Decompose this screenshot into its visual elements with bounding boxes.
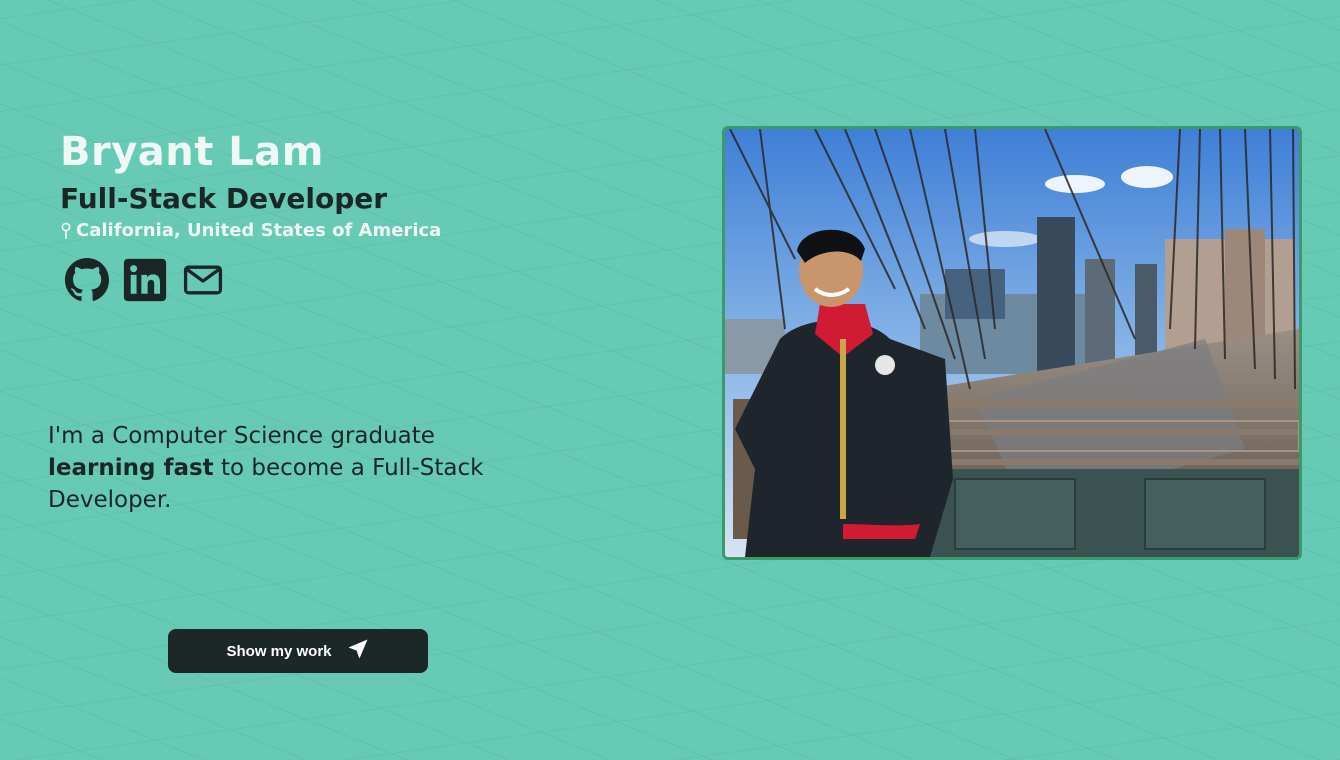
github-link[interactable] (64, 257, 110, 307)
linkedin-link[interactable] (122, 258, 168, 306)
profile-photo (722, 126, 1302, 560)
hero-bio: I'm a Computer Science graduate learning … (48, 420, 518, 516)
hero-location: California, United States of America (60, 220, 580, 241)
show-my-work-button[interactable]: Show my work (168, 629, 428, 673)
email-link[interactable] (180, 259, 226, 305)
bio-highlight: learning fast (48, 455, 214, 481)
hero-intro: Bryant Lam Full-Stack Developer Californ… (60, 128, 580, 305)
show-my-work-label: Show my work (226, 642, 332, 660)
location-pin-icon (60, 221, 72, 241)
profile-photo-illustration (725, 129, 1299, 557)
hero-role: Full-Stack Developer (60, 182, 388, 215)
linkedin-icon (123, 258, 167, 306)
send-icon (346, 637, 370, 665)
github-icon (64, 257, 110, 307)
social-links (64, 257, 580, 307)
mail-icon (181, 258, 225, 306)
hero-name: Bryant Lam (60, 129, 324, 175)
location-text: California, United States of America (76, 220, 442, 241)
bio-intro: I'm a Computer Science graduate (48, 423, 435, 449)
